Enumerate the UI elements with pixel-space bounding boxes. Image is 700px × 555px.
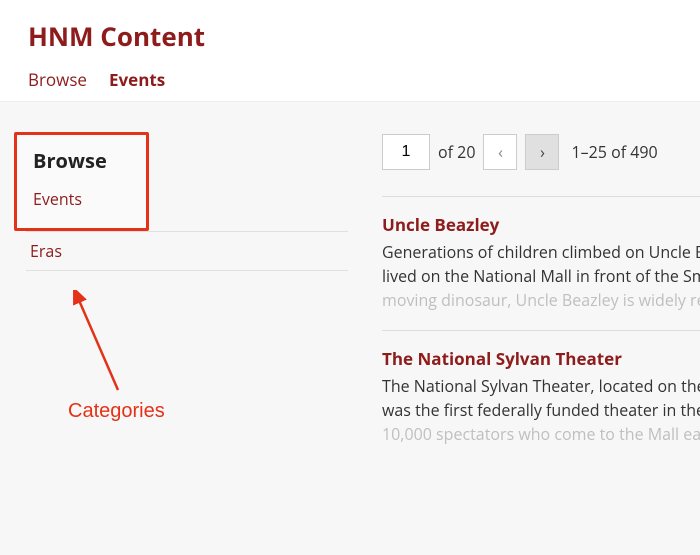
chevron-left-icon: ‹ bbox=[498, 141, 503, 163]
annotation-arrow-icon bbox=[70, 290, 150, 400]
result-snippet: The National Sylvan Theater, located on … bbox=[382, 374, 700, 446]
annotation-label: Categories bbox=[68, 400, 165, 423]
top-tabs: Browse Events bbox=[28, 68, 672, 91]
snippet-line: lived on the National Mall in front of t… bbox=[382, 264, 700, 288]
result-title-link[interactable]: The National Sylvan Theater bbox=[382, 347, 700, 370]
snippet-line-faded: moving dinosaur, Uncle Beazley is widely… bbox=[382, 288, 700, 312]
sidebar-item-events[interactable]: Events bbox=[33, 180, 130, 218]
browse-title: Browse bbox=[33, 147, 130, 174]
chevron-right-icon: › bbox=[540, 141, 545, 163]
header: HNM Content Browse Events bbox=[0, 0, 700, 102]
pager: of 20 ‹ › 1–25 of 490 bbox=[382, 134, 700, 170]
tab-browse[interactable]: Browse bbox=[28, 68, 87, 91]
body-area: Browse Events Eras Categories of 20 ‹ bbox=[0, 102, 700, 555]
result-item: Uncle Beazley Generations of children cl… bbox=[382, 213, 700, 312]
page-total-text: of 20 bbox=[438, 141, 475, 163]
snippet-line: was the first federally funded theater i… bbox=[382, 398, 700, 422]
sidebar: Browse Events Eras Categories bbox=[0, 132, 370, 555]
sidebar-item-eras[interactable]: Eras bbox=[30, 240, 358, 262]
divider bbox=[382, 196, 700, 197]
tab-events[interactable]: Events bbox=[109, 68, 165, 91]
divider bbox=[26, 270, 348, 271]
snippet-line-faded: 10,000 spectators who come to the Mall e… bbox=[382, 422, 700, 446]
page-number-input[interactable] bbox=[382, 134, 430, 170]
snippet-line: The National Sylvan Theater, located on … bbox=[382, 374, 700, 398]
snippet-line: Generations of children climbed on Uncle… bbox=[382, 240, 700, 264]
main-content: of 20 ‹ › 1–25 of 490 Uncle Beazley Gene… bbox=[370, 132, 700, 555]
result-snippet: Generations of children climbed on Uncle… bbox=[382, 240, 700, 312]
page-title: HNM Content bbox=[28, 18, 672, 54]
browse-box: Browse Events bbox=[14, 132, 149, 231]
result-item: The National Sylvan Theater The National… bbox=[382, 347, 700, 446]
result-range-text: 1–25 of 490 bbox=[571, 141, 657, 163]
prev-page-button[interactable]: ‹ bbox=[483, 134, 517, 170]
divider bbox=[382, 330, 700, 331]
next-page-button[interactable]: › bbox=[525, 134, 559, 170]
result-title-link[interactable]: Uncle Beazley bbox=[382, 213, 700, 236]
